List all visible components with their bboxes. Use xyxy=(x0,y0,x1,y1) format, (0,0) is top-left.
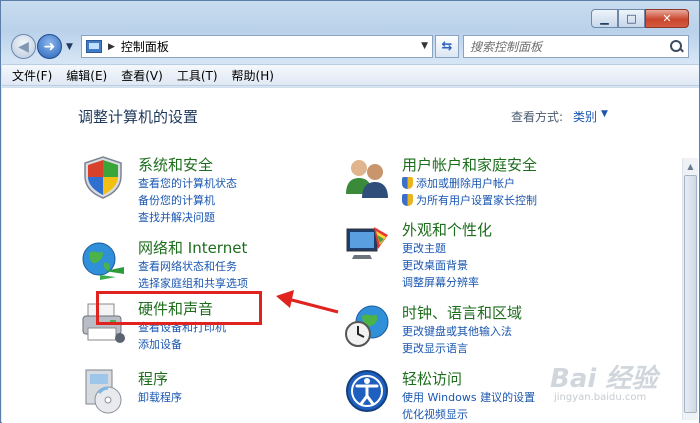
link-uninstall-program[interactable]: 卸载程序 xyxy=(138,389,182,406)
link-adjust-resolution[interactable]: 调整屏幕分辨率 xyxy=(402,274,479,291)
link-change-desktop-background[interactable]: 更改桌面背景 xyxy=(402,257,479,274)
link-windows-recommended-settings[interactable]: 使用 Windows 建议的设置 xyxy=(402,389,535,406)
maximize-button[interactable]: □ xyxy=(618,9,645,28)
users-icon xyxy=(346,160,388,198)
refresh-icon: ⇆ xyxy=(441,39,453,54)
link-view-computer-status[interactable]: 查看您的计算机状态 xyxy=(138,175,237,192)
breadcrumb-separator-icon[interactable]: ▶ xyxy=(108,42,115,52)
window-caption-buttons: ▁ □ ✕ xyxy=(591,9,689,28)
ease-of-access-icon xyxy=(346,370,388,412)
category-title-programs[interactable]: 程序 xyxy=(138,368,168,389)
address-bar[interactable]: ▶ 控制面板 ▼ xyxy=(81,35,433,58)
address-dropdown-icon[interactable]: ▼ xyxy=(421,41,428,51)
link-backup-computer[interactable]: 备份您的计算机 xyxy=(138,192,237,209)
category-title-network[interactable]: 网络和 Internet xyxy=(138,237,247,258)
link-change-keyboard-input[interactable]: 更改键盘或其他输入法 xyxy=(402,323,512,340)
view-by-dropdown[interactable]: 类别 xyxy=(573,108,597,125)
recent-pages-dropdown[interactable]: ▼ xyxy=(66,42,73,52)
uac-shield-icon xyxy=(402,194,413,206)
annotation-arrow-icon xyxy=(276,290,339,314)
annotation-highlight-box xyxy=(96,291,262,325)
menu-view[interactable]: 查看(V) xyxy=(121,67,163,84)
control-panel-icon xyxy=(86,40,102,53)
link-network-status[interactable]: 查看网络状态和任务 xyxy=(138,258,248,275)
category-title-appearance[interactable]: 外观和个性化 xyxy=(402,219,492,240)
forward-arrow-icon: ➜ xyxy=(43,38,56,55)
vertical-scrollbar[interactable]: ▲ xyxy=(682,158,698,420)
programs-disc-icon xyxy=(85,369,122,414)
search-input[interactable] xyxy=(470,39,666,54)
category-title-security[interactable]: 系统和安全 xyxy=(138,154,213,175)
scroll-thumb[interactable] xyxy=(684,175,697,413)
link-troubleshoot[interactable]: 查找并解决问题 xyxy=(138,209,237,226)
monitor-palette-icon xyxy=(346,227,388,259)
link-change-display-language[interactable]: 更改显示语言 xyxy=(402,340,512,357)
category-title-clock[interactable]: 时钟、语言和区域 xyxy=(402,302,522,323)
page-title: 调整计算机的设置 xyxy=(78,108,199,126)
uac-shield-icon xyxy=(402,177,413,189)
watermark-logo: Bai 经验 xyxy=(550,364,658,394)
link-homegroup-sharing[interactable]: 选择家庭组和共享选项 xyxy=(138,275,248,292)
view-by-chevron-icon[interactable]: ▼ xyxy=(601,109,608,119)
address-row: ◀ ➜ ▼ ▶ 控制面板 ▼ ⇆ xyxy=(9,34,693,60)
menu-help[interactable]: 帮助(H) xyxy=(232,67,274,84)
clock-globe-icon xyxy=(345,305,389,347)
network-globe-icon xyxy=(82,242,124,280)
content-pane: 调整计算机的设置 查看方式: 类别 ▼ 系统和安全 查看您的计算机状态 备份您的… xyxy=(2,87,699,423)
link-add-remove-accounts[interactable]: 添加或删除用户帐户 xyxy=(402,175,537,192)
search-icon[interactable] xyxy=(666,37,686,57)
link-change-theme[interactable]: 更改主题 xyxy=(402,240,479,257)
menu-tools[interactable]: 工具(T) xyxy=(177,67,218,84)
security-shield-icon xyxy=(84,156,122,199)
control-panel-window: ▁ □ ✕ ◀ ➜ ▼ ▶ 控制面板 ▼ ⇆ 文件(F) 编辑(E) 查看(V)… xyxy=(0,0,700,423)
back-arrow-icon: ◀ xyxy=(18,38,29,55)
refresh-button[interactable]: ⇆ xyxy=(435,35,459,58)
category-title-users[interactable]: 用户帐户和家庭安全 xyxy=(402,154,537,175)
category-title-ease[interactable]: 轻松访问 xyxy=(402,368,462,389)
link-parental-controls[interactable]: 为所有用户设置家长控制 xyxy=(402,192,537,209)
scroll-up-arrow-icon[interactable]: ▲ xyxy=(683,158,698,174)
menu-bar: 文件(F) 编辑(E) 查看(V) 工具(T) 帮助(H) xyxy=(2,64,699,86)
menu-edit[interactable]: 编辑(E) xyxy=(66,67,107,84)
watermark-url: jingyan.baidu.com xyxy=(554,392,647,403)
link-add-device[interactable]: 添加设备 xyxy=(138,336,226,353)
view-by-label: 查看方式: xyxy=(511,110,564,124)
back-button[interactable]: ◀ xyxy=(11,34,36,59)
link-optimize-visual-display[interactable]: 优化视频显示 xyxy=(402,406,535,423)
forward-button[interactable]: ➜ xyxy=(37,34,62,59)
menu-file[interactable]: 文件(F) xyxy=(12,67,52,84)
search-box xyxy=(463,35,689,58)
minimize-button[interactable]: ▁ xyxy=(591,9,618,28)
breadcrumb-control-panel[interactable]: 控制面板 xyxy=(121,38,169,55)
close-button[interactable]: ✕ xyxy=(645,9,689,28)
